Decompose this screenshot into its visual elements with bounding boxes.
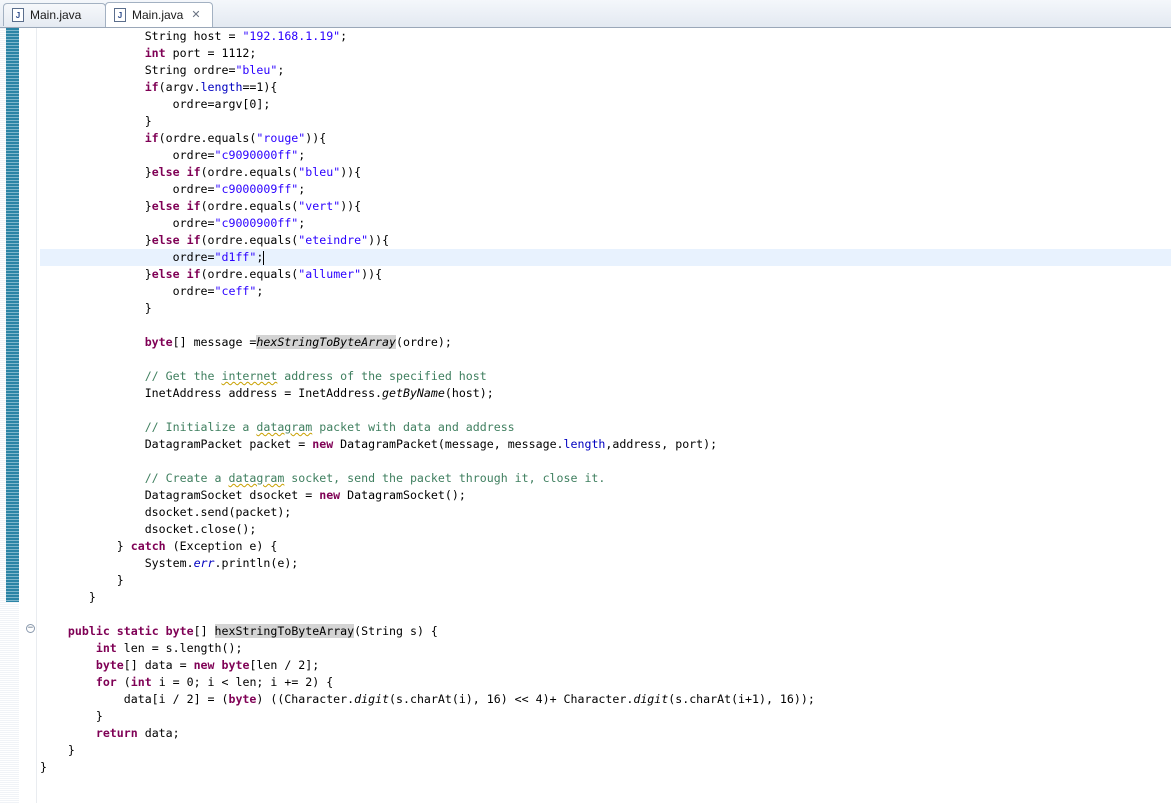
code-line: return data; [95,726,180,740]
code-line: DatagramSocket dsocket = new DatagramSoc… [144,488,466,502]
code-line: int len = s.length(); [95,641,243,655]
code-line-current: ordre="d1ff"; [40,249,1171,266]
code-line: } [144,114,152,128]
text-caret [263,250,265,265]
code-line: } [88,590,96,604]
code-line: ordre=argv[0]; [172,97,271,111]
java-file-icon: J [114,8,126,22]
code-line: InetAddress address = InetAddress.getByN… [144,386,494,400]
fold-collapse-icon[interactable]: − [26,624,35,633]
code-line: byte[] data = new byte[len / 2]; [95,658,320,672]
code-line: } [144,301,152,315]
code-line: } [40,760,47,774]
code-line: for (int i = 0; i < len; i += 2) { [95,675,334,689]
code-line: ordre="c9000900ff"; [172,216,306,230]
code-line: }else if(ordre.equals("bleu")){ [144,165,362,179]
code-line: if(ordre.equals("rouge")){ [144,131,327,145]
code-line: if(argv.length==1){ [144,80,278,94]
code-line: DatagramPacket packet = new DatagramPack… [144,437,718,451]
change-bar [6,28,19,602]
code-line: } catch (Exception e) { [116,539,278,553]
tab-label: Main.java [132,8,184,22]
code-line: public static byte[] hexStringToByteArra… [67,624,438,638]
java-file-icon: J [12,8,24,22]
code-line: }else if(ordre.equals("vert")){ [144,199,362,213]
code-line: // Create a datagram socket, send the pa… [144,471,606,485]
tab-label: Main.java [30,8,82,22]
code-line: String ordre="bleu"; [144,63,285,77]
code-line: ordre="c9090000ff"; [172,148,306,162]
code-line: } [95,709,103,723]
line-ruler [19,28,37,803]
code-line: dsocket.send(packet); [144,505,292,519]
code-line: data[i / 2] = (byte) ((Character.digit(s… [123,692,815,706]
editor-tab-bar: J Main.java J Main.java ✕ [0,0,1171,28]
code-line: }else if(ordre.equals("allumer")){ [144,267,383,281]
code-line: System.err.println(e); [144,556,299,570]
code-line: } [67,743,75,757]
code-line: dsocket.close(); [144,522,257,536]
code-line: int port = 1112; [144,46,257,60]
close-icon[interactable]: ✕ [191,9,200,21]
code-line: ordre="c9000009ff"; [172,182,306,196]
code-line: ordre="ceff"; [172,284,264,298]
code-editor[interactable]: String host = "192.168.1.19"; int port =… [40,28,1171,776]
code-line: byte[] message =hexStringToByteArray(ord… [144,335,452,349]
code-line: // Get the internet address of the speci… [144,369,487,383]
code-line: } [116,573,124,587]
tab-main-java-1[interactable]: J Main.java [3,3,106,26]
code-line: String host = "192.168.1.19"; [144,29,348,43]
code-line: // Initialize a datagram packet with dat… [144,420,515,434]
tab-main-java-2[interactable]: J Main.java ✕ [105,2,213,27]
code-line: }else if(ordre.equals("eteindre")){ [144,233,390,247]
